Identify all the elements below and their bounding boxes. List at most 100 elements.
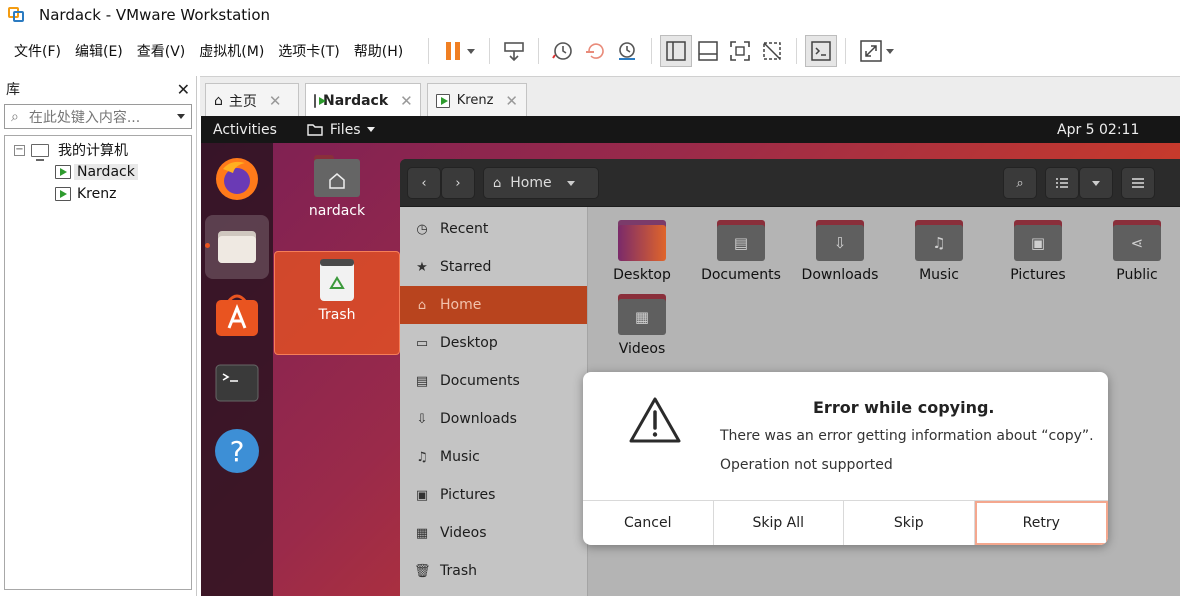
thumbnail-bar-button[interactable]: [692, 35, 724, 67]
music-icon: ♫: [915, 225, 963, 261]
suspend-button[interactable]: [437, 35, 481, 67]
view-list-button[interactable]: [1045, 167, 1079, 199]
folder-pictures[interactable]: ▣ Pictures: [988, 217, 1088, 283]
stretch-icon: [859, 40, 882, 62]
tab-home[interactable]: ⌂ 主页 ✕: [205, 83, 299, 117]
folder-icon: ♫: [915, 217, 963, 261]
chevron-down-icon: [1092, 180, 1100, 186]
tree-root[interactable]: − 我的计算机: [5, 139, 191, 161]
retry-button[interactable]: Retry: [974, 501, 1108, 545]
menu-tabs[interactable]: 选项卡(T): [271, 41, 346, 61]
files-icon: [218, 231, 256, 263]
forward-button[interactable]: ›: [441, 167, 475, 199]
folder-downloads[interactable]: ⇩ Downloads: [790, 217, 890, 283]
location-bar[interactable]: ⌂ Home: [483, 167, 599, 199]
toolbar-separator: [651, 38, 653, 64]
cancel-button[interactable]: Cancel: [583, 501, 714, 545]
search-button[interactable]: ⌕: [1003, 167, 1037, 199]
sidebar-item-label: Music: [440, 449, 480, 465]
places-sidebar: ◷ Recent ★ Starred ⌂ Home ▭ Desktop ▤ Documen…: [400, 207, 588, 596]
sidebar-item-recent[interactable]: ◷ Recent: [400, 210, 587, 248]
close-tab-icon[interactable]: ✕: [269, 92, 282, 110]
menu-button[interactable]: [1121, 167, 1155, 199]
tab-krenz[interactable]: Krenz ✕: [427, 83, 527, 117]
sidebar-item-music[interactable]: ♫ Music: [400, 438, 587, 476]
vm-icon: [436, 93, 450, 108]
sidebar-item-downloads[interactable]: ⇩ Downloads: [400, 400, 587, 438]
library-search-input[interactable]: ⌕ 在此处键入内容...: [4, 104, 192, 129]
dock-firefox[interactable]: [205, 147, 269, 211]
chevron-down-icon[interactable]: [177, 114, 185, 119]
dock-software[interactable]: [205, 283, 269, 347]
console-view-button[interactable]: [805, 35, 838, 67]
folder-documents[interactable]: ▤ Documents: [691, 217, 791, 283]
collapse-icon[interactable]: −: [14, 144, 25, 156]
sidebar-item-videos[interactable]: ▦ Videos: [400, 514, 587, 552]
back-button[interactable]: ‹: [407, 167, 441, 199]
vm-tab-bar: ⌂ 主页 ✕ Nardack ✕ Krenz ✕: [200, 76, 1180, 118]
dock-help[interactable]: ?: [205, 419, 269, 483]
star-icon: ★: [416, 259, 428, 275]
close-tab-icon[interactable]: ✕: [505, 92, 518, 110]
document-icon: ▤: [717, 225, 765, 261]
folder-desktop[interactable]: Desktop: [592, 217, 692, 283]
svg-text:?: ?: [230, 435, 245, 468]
close-library-icon[interactable]: ✕: [177, 80, 190, 99]
show-library-button[interactable]: [660, 35, 693, 67]
console-icon: [811, 41, 831, 61]
menubar: 文件(F) 编辑(E) 查看(V) 虚拟机(M) 选项卡(T) 帮助(H): [0, 30, 1180, 72]
clock[interactable]: Apr 5 02:11: [1057, 122, 1139, 138]
computer-icon: [31, 143, 49, 161]
window-titlebar: Nardack - VMware Workstation: [0, 0, 1180, 30]
window-title: Nardack - VMware Workstation: [39, 6, 271, 24]
sidebar-item-documents[interactable]: ▤ Documents: [400, 362, 587, 400]
menu-view[interactable]: 查看(V): [130, 41, 193, 61]
tree-item-krenz[interactable]: Krenz: [5, 183, 191, 205]
sidebar-item-home[interactable]: ⌂ Home: [400, 286, 587, 324]
desktop-icon-home[interactable]: nardack: [274, 154, 400, 219]
dock-terminal[interactable]: [205, 351, 269, 415]
sidebar-item-label: Starred: [440, 259, 492, 275]
menu-help[interactable]: 帮助(H): [347, 41, 410, 61]
desktop-icon-trash[interactable]: Trash: [274, 251, 400, 355]
snapshot-manager-button[interactable]: [611, 35, 643, 67]
vm-tree: − 我的计算机 Nardack Krenz: [4, 135, 192, 590]
guest-screen[interactable]: Activities Files Apr 5 02:11 ? nardack T…: [201, 116, 1180, 596]
toolbar: [420, 35, 898, 67]
activities-button[interactable]: Activities: [213, 122, 277, 138]
folder-music[interactable]: ♫ Music: [889, 217, 989, 283]
menu-edit[interactable]: 编辑(E): [68, 41, 130, 61]
skip-button[interactable]: Skip: [844, 501, 975, 545]
error-dialog: Error while copying. There was an error …: [583, 372, 1108, 545]
folder-public[interactable]: ⋖ Public: [1087, 217, 1180, 283]
running-indicator: [205, 243, 210, 248]
close-tab-icon[interactable]: ✕: [400, 92, 413, 110]
tab-nardack[interactable]: Nardack ✕: [305, 83, 421, 118]
software-store-icon: [216, 294, 258, 336]
vm-running-icon: [55, 165, 71, 179]
unity-mode-button[interactable]: [756, 35, 788, 67]
sidebar-item-desktop[interactable]: ▭ Desktop: [400, 324, 587, 362]
tree-item-nardack[interactable]: Nardack: [5, 161, 191, 183]
sidebar-item-starred[interactable]: ★ Starred: [400, 248, 587, 286]
app-menu-files[interactable]: Files: [307, 122, 375, 138]
sidebar-item-trash[interactable]: 🗑 Trash: [400, 552, 587, 590]
folder-icon: [307, 124, 323, 136]
view-options-button[interactable]: [1079, 167, 1113, 199]
snapshot-button[interactable]: [547, 35, 579, 67]
sidebar-item-pictures[interactable]: ▣ Pictures: [400, 476, 587, 514]
skip-all-button[interactable]: Skip All: [714, 501, 844, 545]
revert-snapshot-button[interactable]: [579, 35, 611, 67]
menu-file[interactable]: 文件(F): [7, 41, 68, 61]
folder-label: Public: [1116, 267, 1158, 283]
menu-vm[interactable]: 虚拟机(M): [192, 41, 271, 61]
stretch-guest-button[interactable]: [854, 35, 898, 67]
send-ctrl-alt-del-button[interactable]: [498, 35, 530, 67]
folder-videos[interactable]: ▦ Videos: [592, 291, 692, 357]
folder-icon: ⇩: [816, 217, 864, 261]
gnome-top-bar: Activities Files Apr 5 02:11: [201, 116, 1180, 143]
tab-label: 主页: [228, 93, 257, 110]
full-screen-button[interactable]: [724, 35, 756, 67]
dock-files[interactable]: [205, 215, 269, 279]
folder-icon: ▦: [618, 291, 666, 335]
